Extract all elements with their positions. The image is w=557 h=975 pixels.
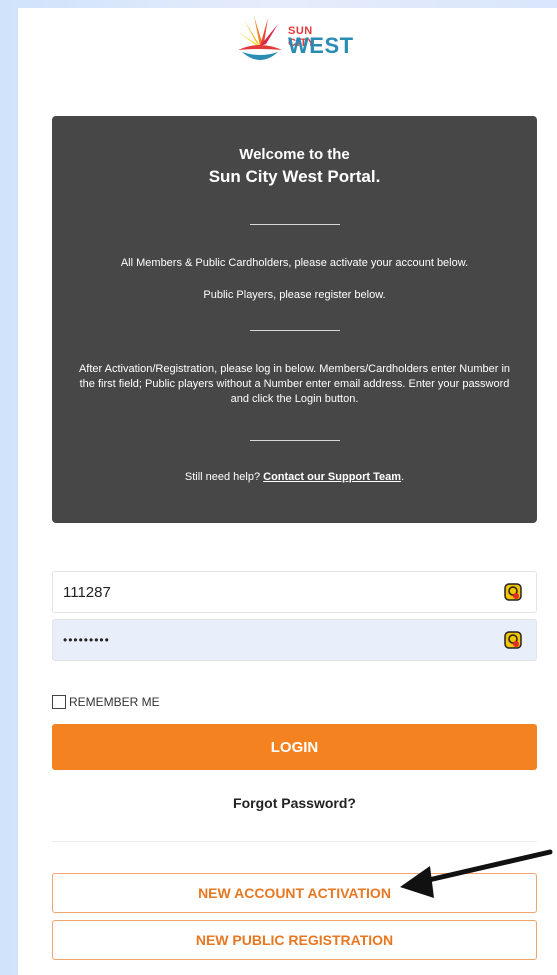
key-manager-icon[interactable] (504, 583, 522, 601)
password-value: ••••••••• (63, 633, 110, 647)
divider-3 (250, 440, 340, 441)
remember-me[interactable]: REMEMBER ME (52, 695, 160, 709)
sun-city-west-logo: SUN CITY WEST (232, 10, 353, 70)
key-manager-icon[interactable] (504, 631, 522, 649)
divider-2 (250, 330, 340, 331)
arrow-pointer-icon (400, 849, 553, 898)
help-text: Still need help? Contact our Support Tea… (72, 470, 517, 485)
brand-line2: WEST (288, 33, 354, 58)
register-instructions: Public Players, please register below. (203, 289, 386, 301)
support-link[interactable]: Contact our Support Team (263, 471, 401, 483)
username-field[interactable]: 111287 (52, 571, 537, 613)
welcome-title-line2: Sun City West Portal. (208, 167, 381, 186)
remember-me-checkbox[interactable] (52, 695, 66, 709)
welcome-card: Welcome to the Sun City West Portal. All… (52, 116, 537, 523)
sunburst-logo-icon (238, 16, 282, 60)
divider-1 (250, 224, 340, 225)
welcome-title-line1: Welcome to the (239, 146, 350, 163)
forgot-password-link[interactable]: Forgot Password? (52, 795, 537, 811)
help-suffix: . (401, 471, 405, 483)
new-public-registration-button[interactable]: NEW PUBLIC REGISTRATION (52, 920, 537, 960)
remember-me-label: REMEMBER ME (69, 695, 160, 709)
help-prefix: Still need help? (184, 471, 264, 483)
login-button[interactable]: LOGIN (52, 724, 537, 770)
password-field[interactable]: ••••••••• (52, 619, 537, 661)
login-instructions: After Activation/Registration, please lo… (78, 363, 511, 405)
activate-instructions: All Members & Public Cardholders, please… (120, 257, 469, 269)
username-value: 111287 (63, 583, 111, 601)
